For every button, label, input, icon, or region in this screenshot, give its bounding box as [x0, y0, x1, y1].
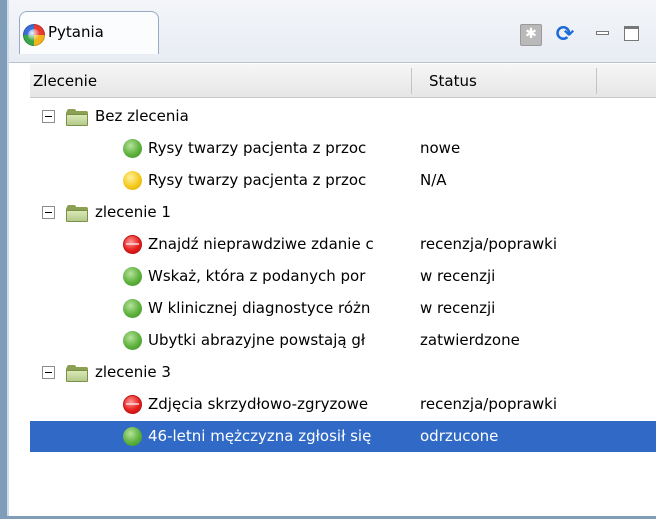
- status-green-icon: [123, 331, 142, 350]
- questions-view: Pytania ✱ ⟳ Zlecenie Status Bez zlecenia…: [0, 0, 656, 519]
- table-row[interactable]: Wskaż, która z podanych por w recenzji: [30, 261, 656, 292]
- status-red-icon: [123, 395, 142, 414]
- tree-group-row[interactable]: zlecenie 3: [30, 357, 656, 388]
- colorful-sphere-icon: [23, 24, 45, 46]
- group-label: Bez zlecenia: [95, 107, 189, 125]
- tree-group-row[interactable]: Bez zlecenia: [30, 101, 656, 132]
- question-text: Rysy twarzy pacjenta z przoc: [148, 171, 367, 189]
- collapse-toggle-icon[interactable]: [42, 110, 55, 123]
- folder-icon: [66, 205, 88, 222]
- question-text: Rysy twarzy pacjenta z przoc: [148, 139, 367, 157]
- refresh-icon[interactable]: ⟳: [554, 24, 576, 46]
- status-yellow-icon: [123, 171, 142, 190]
- group-label: zlecenie 3: [95, 363, 171, 381]
- question-text: Znajdź nieprawdziwe zdanie c: [148, 235, 374, 253]
- status-green-icon: [123, 427, 142, 446]
- status-text: N/A: [420, 171, 447, 189]
- maximize-icon[interactable]: [622, 24, 644, 46]
- status-text: w recenzji: [420, 267, 496, 285]
- table-row[interactable]: Znajdź nieprawdziwe zdanie c recenzja/po…: [30, 229, 656, 260]
- collapse-toggle-icon[interactable]: [42, 366, 55, 379]
- column-header-zlecenie[interactable]: Zlecenie: [33, 72, 97, 90]
- table-row[interactable]: W klinicznej diagnostyce różn w recenzji: [30, 293, 656, 324]
- collapse-toggle-icon[interactable]: [42, 206, 55, 219]
- question-text: 46-letni mężczyzna zgłosił się: [148, 427, 372, 445]
- group-label: zlecenie 1: [95, 203, 171, 221]
- question-text: Zdjęcia skrzydłowo-zgryzowe: [148, 395, 369, 413]
- status-green-icon: [123, 267, 142, 286]
- minimize-icon[interactable]: [593, 24, 615, 46]
- status-green-icon: [123, 139, 142, 158]
- collapse-all-icon[interactable]: ✱: [520, 24, 542, 46]
- table-row-selected[interactable]: 46-letni mężczyzna zgłosił się odrzucone: [30, 421, 656, 452]
- question-text: Ubytki abrazyjne powstają gł: [148, 331, 366, 349]
- question-text: W klinicznej diagnostyce różn: [148, 299, 371, 317]
- table-row[interactable]: Rysy twarzy pacjenta z przoc N/A: [30, 165, 656, 196]
- column-divider[interactable]: [411, 68, 412, 94]
- status-green-icon: [123, 299, 142, 318]
- table-row[interactable]: Rysy twarzy pacjenta z przoc nowe: [30, 133, 656, 164]
- question-text: Wskaż, która z podanych por: [148, 267, 366, 285]
- tab-label: Pytania: [48, 23, 104, 41]
- table-row[interactable]: Ubytki abrazyjne powstają gł zatwierdzon…: [30, 325, 656, 356]
- table-row[interactable]: Zdjęcia skrzydłowo-zgryzowe recenzja/pop…: [30, 389, 656, 420]
- tree-group-row[interactable]: zlecenie 1: [30, 197, 656, 228]
- status-text: zatwierdzone: [420, 331, 520, 349]
- view-tab-bar: Pytania ✱ ⟳: [9, 0, 656, 63]
- column-divider[interactable]: [596, 68, 597, 94]
- folder-icon: [66, 109, 88, 126]
- folder-icon: [66, 365, 88, 382]
- status-text: recenzja/poprawki: [420, 395, 558, 413]
- status-text: odrzucone: [420, 427, 499, 445]
- status-text: w recenzji: [420, 299, 496, 317]
- frame-border-inner: [7, 0, 9, 519]
- status-text: nowe: [420, 139, 461, 157]
- column-header-status[interactable]: Status: [429, 72, 477, 90]
- frame-border: [0, 0, 7, 519]
- status-red-icon: [123, 235, 142, 254]
- table-header: Zlecenie Status: [30, 64, 656, 98]
- status-text: recenzja/poprawki: [420, 235, 558, 253]
